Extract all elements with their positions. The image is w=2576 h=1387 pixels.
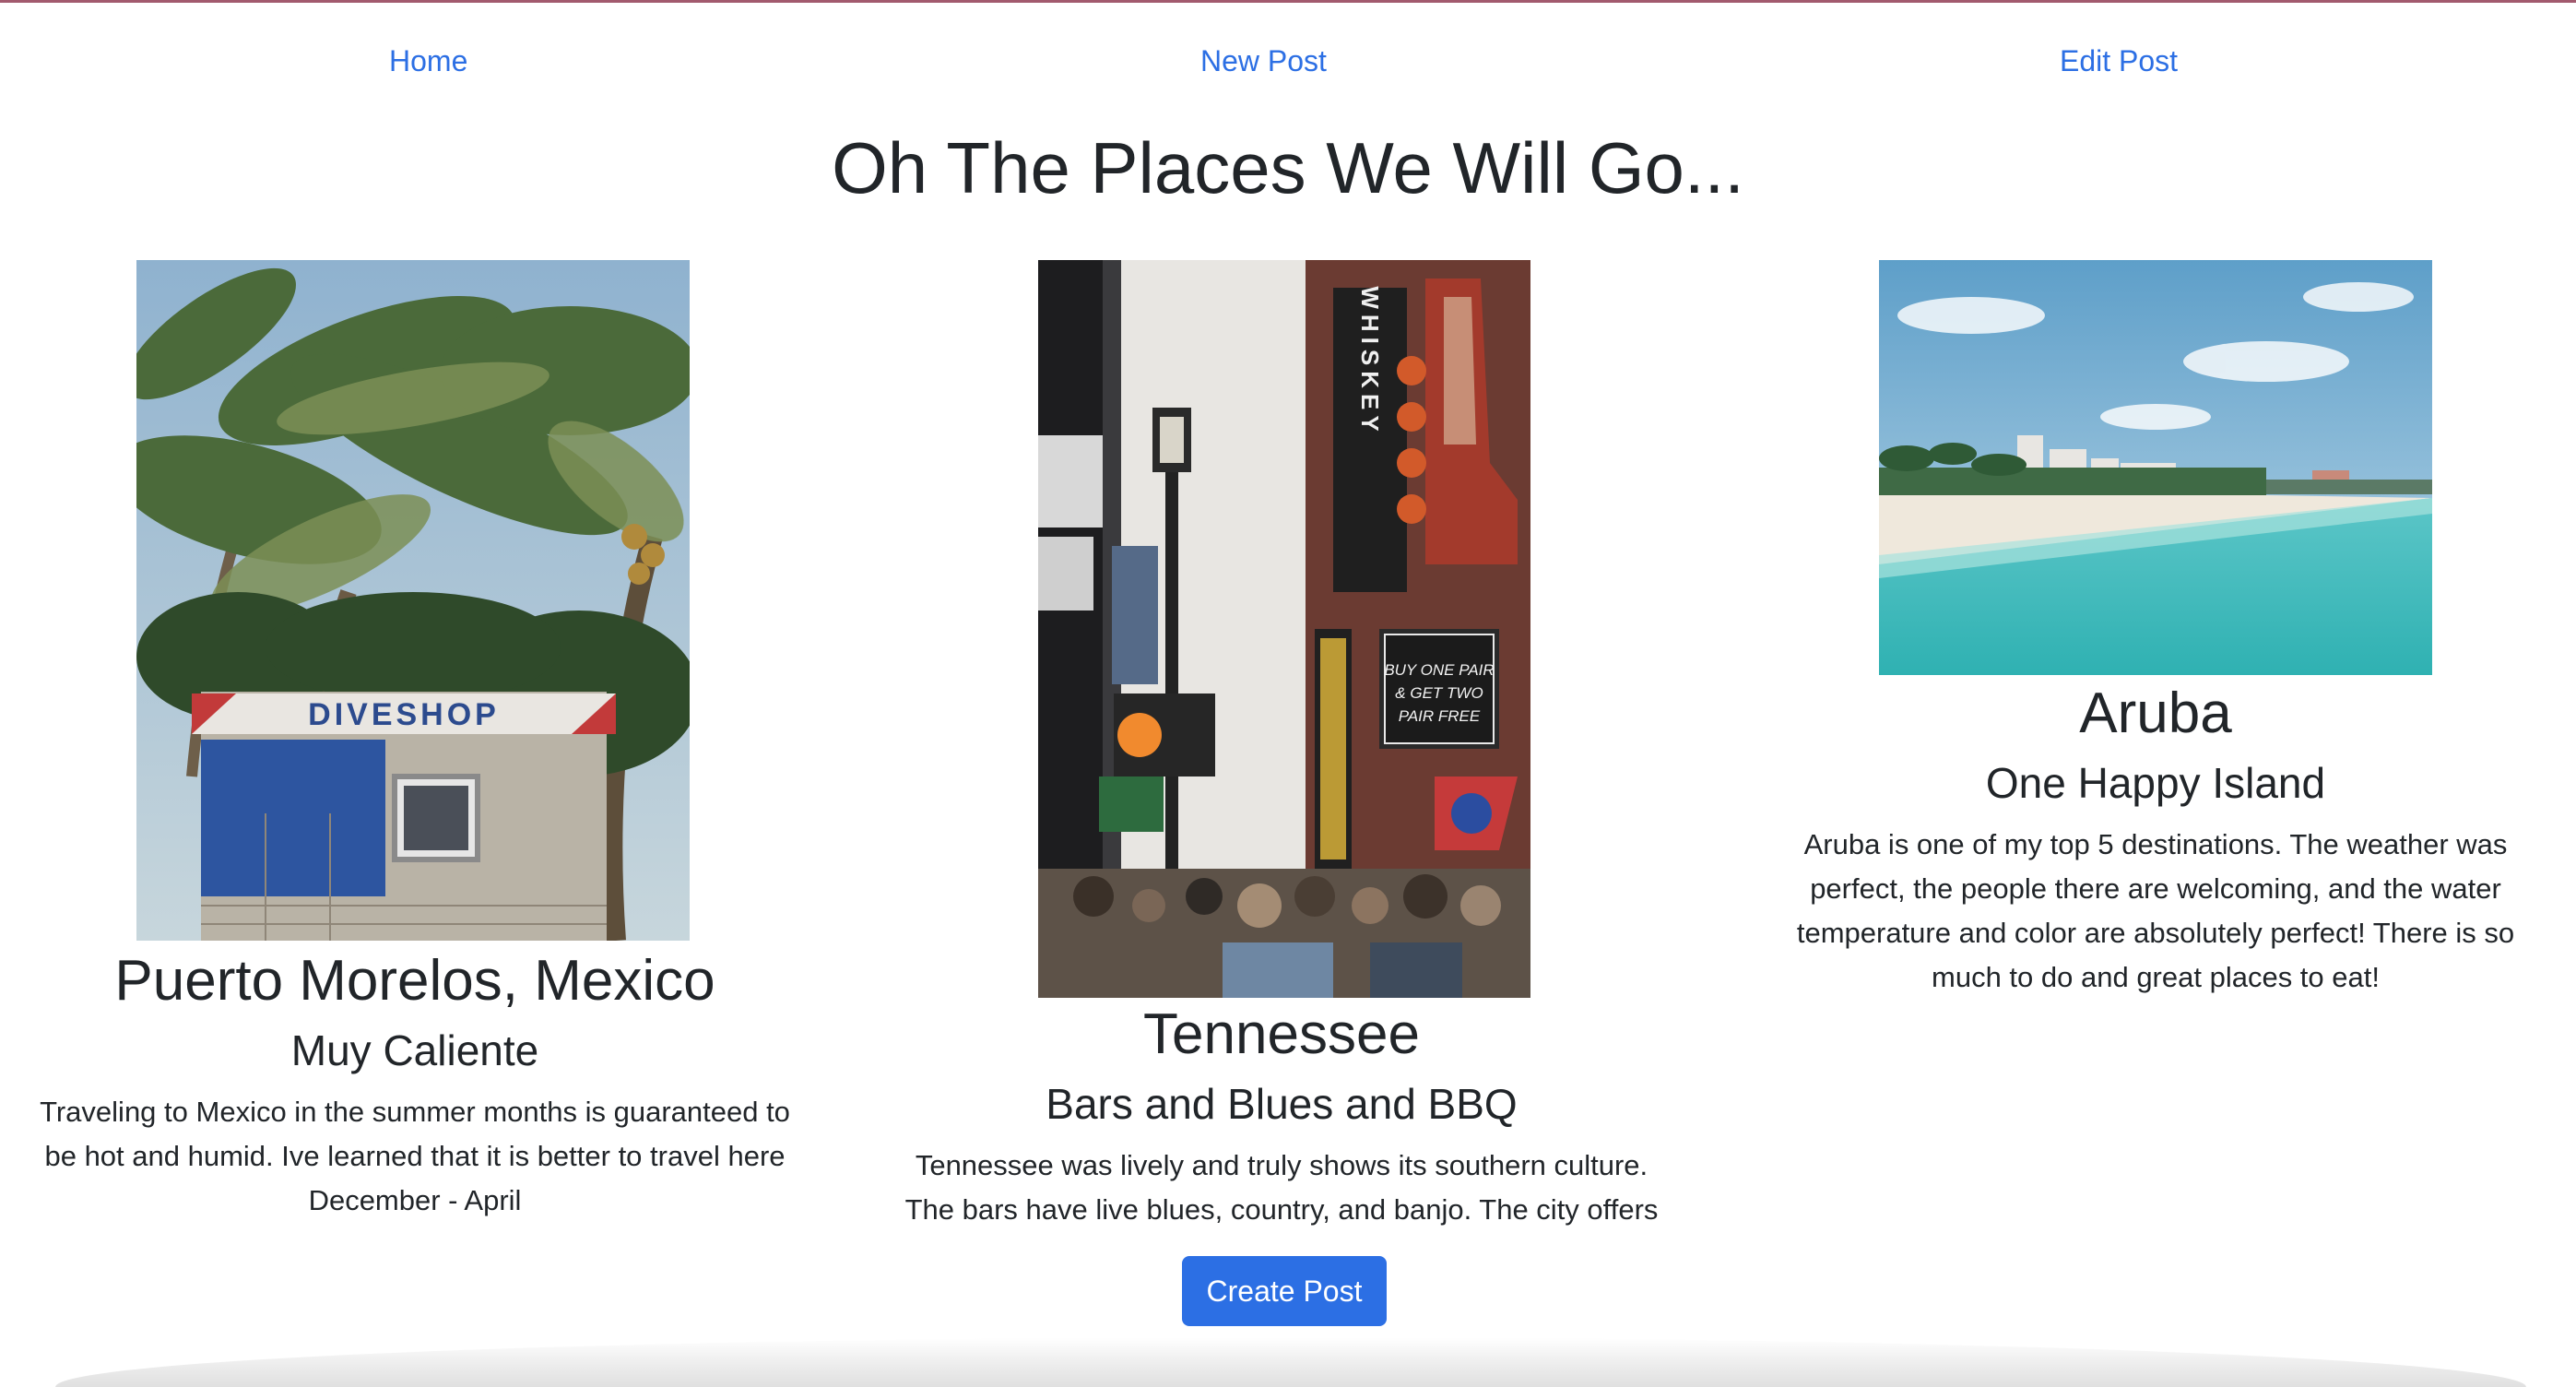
post-card-tennessee: WHISKEY BUY ONE PAIR & GET TWO PAIR FREE bbox=[904, 260, 1660, 1232]
page: Home New Post Edit Post Oh The Places We… bbox=[0, 0, 2576, 1387]
aruba-description: Aruba is one of my top 5 destinations. T… bbox=[1796, 828, 2515, 993]
mexico-description: Traveling to Mexico in the summer months… bbox=[40, 1096, 790, 1216]
nav-new-post-link[interactable]: New Post bbox=[1200, 42, 1327, 79]
nav-home-link[interactable]: Home bbox=[389, 42, 467, 79]
post-card-aruba: Aruba One Happy Island Aruba is one of m… bbox=[1778, 260, 2534, 1000]
diveshop-sign-text: DIVESHOP bbox=[308, 697, 500, 732]
tennessee-place-title: Tennessee bbox=[1143, 1002, 1420, 1066]
top-border bbox=[0, 0, 2576, 3]
aruba-photo bbox=[1879, 260, 2432, 675]
aruba-tagline: One Happy Island bbox=[1985, 759, 2326, 807]
mexico-photo: DIVESHOP bbox=[136, 260, 690, 941]
post-card-mexico: DIVESHOP Puerto Morelos, Mexico Muy Cali… bbox=[37, 260, 793, 1223]
page-title: Oh The Places We Will Go... bbox=[832, 127, 1744, 208]
tennessee-tagline: Bars and Blues and BBQ bbox=[1046, 1080, 1518, 1128]
mexico-place-title: Puerto Morelos, Mexico bbox=[114, 949, 715, 1013]
mexico-tagline: Muy Caliente bbox=[290, 1026, 539, 1074]
aruba-place-title: Aruba bbox=[2079, 682, 2232, 745]
tennessee-photo: WHISKEY BUY ONE PAIR & GET TWO PAIR FREE bbox=[1038, 260, 1530, 998]
footer-shadow bbox=[55, 1337, 2526, 1387]
tennessee-description-clip: Tennessee was lively and truly shows its… bbox=[904, 1131, 1660, 1232]
create-post-button[interactable]: Create Post bbox=[1182, 1256, 1387, 1326]
nav-edit-post-link[interactable]: Edit Post bbox=[2060, 42, 2178, 79]
tennessee-description: Tennessee was lively and truly shows its… bbox=[904, 1149, 1659, 1226]
whiskey-sign-text: WHISKEY bbox=[1356, 286, 1384, 436]
svg-text:PAIR FREE: PAIR FREE bbox=[1399, 707, 1481, 725]
svg-text:& GET TWO: & GET TWO bbox=[1395, 684, 1483, 702]
svg-text:BUY ONE PAIR: BUY ONE PAIR bbox=[1384, 661, 1494, 679]
